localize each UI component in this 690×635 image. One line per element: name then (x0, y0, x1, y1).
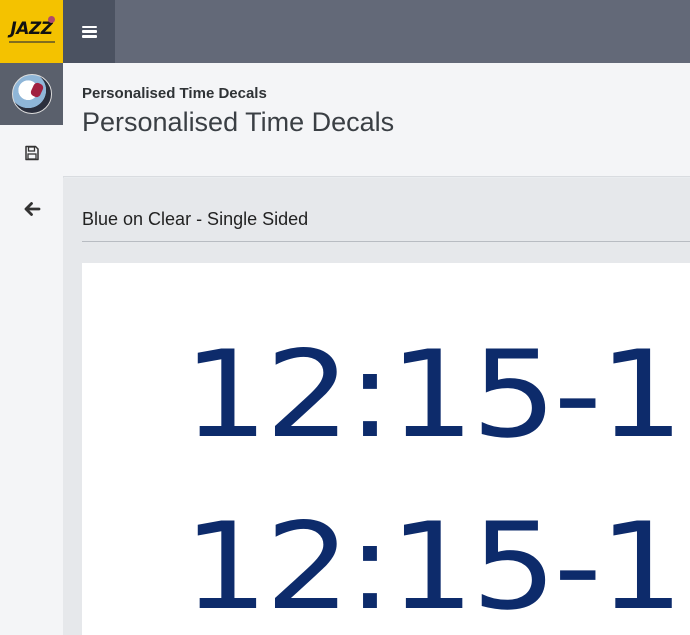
sidebar (0, 63, 64, 635)
brand-logo[interactable]: JAZZ (0, 0, 63, 63)
breadcrumb: Personalised Time Decals (82, 85, 267, 102)
content-area: Blue on Clear - Single Sided 12:15-12: 1… (63, 178, 690, 635)
user-panel (0, 63, 63, 125)
avatar[interactable] (11, 74, 52, 114)
save-button[interactable] (0, 125, 63, 181)
page-title: Personalised Time Decals (82, 107, 395, 137)
decal-text-line-1: 12:15-12: (183, 326, 690, 465)
page-header: Personalised Time Decals Personalised Ti… (63, 63, 690, 177)
hamburger-icon (81, 25, 97, 38)
divider (82, 241, 690, 242)
decal-preview: 12:15-12: 12:15-12: (82, 263, 690, 635)
logo-dot (48, 16, 55, 23)
back-button[interactable] (0, 181, 63, 237)
save-icon (24, 145, 39, 161)
top-navbar (115, 0, 690, 63)
card-title: Blue on Clear - Single Sided (82, 209, 309, 229)
decal-text-line-2: 12:15-12: (183, 498, 690, 635)
logo-tagline-bar (8, 40, 55, 43)
menu-toggle-button[interactable] (63, 0, 115, 63)
arrow-left-icon (24, 202, 40, 216)
logo-text: JAZZ (10, 18, 53, 39)
